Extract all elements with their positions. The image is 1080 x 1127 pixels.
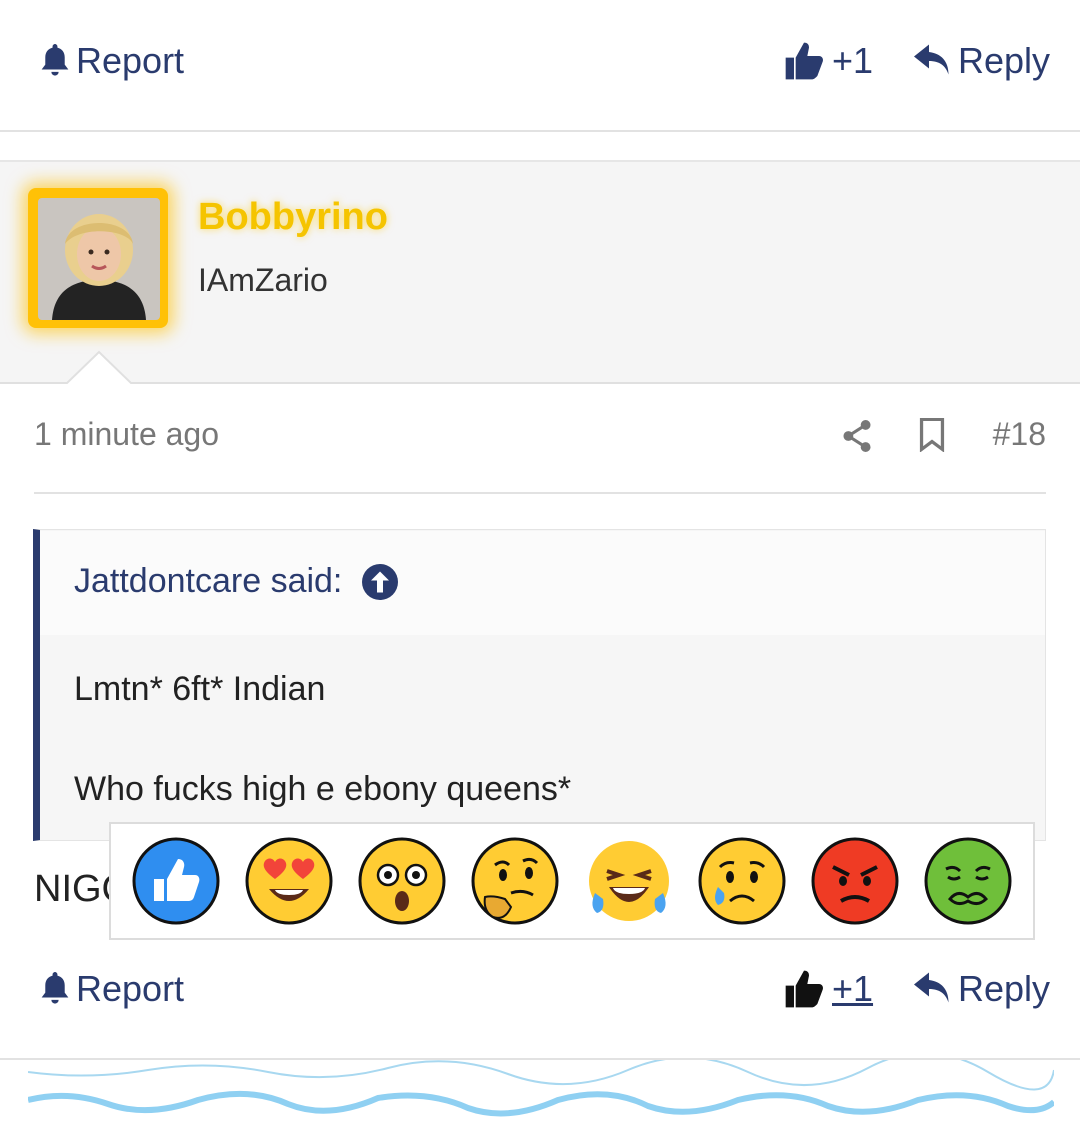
wow-reaction-icon[interactable] (358, 837, 446, 925)
reply-button[interactable]: Reply (914, 40, 1050, 82)
post-number[interactable]: #18 (993, 416, 1046, 453)
avatar[interactable] (38, 198, 160, 320)
like-reaction-icon[interactable] (132, 837, 220, 925)
username-link[interactable]: Bobbyrino (198, 196, 388, 239)
quote-author-label: Jattdontcare said: (74, 562, 343, 600)
angry-reaction-icon[interactable] (811, 837, 899, 925)
divider (34, 492, 1046, 494)
like-count: +1 (832, 968, 874, 1009)
report-link[interactable]: Report (40, 40, 184, 82)
bell-icon (41, 44, 69, 76)
thumbs-up-icon (785, 970, 823, 1008)
bell-icon (41, 972, 69, 1004)
reply-arrow-icon (914, 972, 949, 1003)
like-count: +1 (832, 40, 874, 81)
post-time[interactable]: 1 minute ago (34, 416, 219, 453)
sad-reaction-icon[interactable] (698, 837, 786, 925)
reaction-picker (109, 822, 1035, 940)
user-title: IAmZario (198, 262, 328, 298)
reply-arrow-icon (914, 44, 949, 75)
haha-reaction-icon[interactable] (585, 837, 673, 925)
quote-author-link[interactable]: Jattdontcare said: (74, 562, 399, 601)
reply-label: Reply (958, 40, 1051, 81)
like-button[interactable]: +1 (784, 40, 873, 82)
bookmark-icon[interactable] (918, 418, 946, 452)
share-icon[interactable] (842, 420, 872, 452)
love-reaction-icon[interactable] (245, 837, 333, 925)
report-label: Report (76, 40, 185, 81)
like-button[interactable]: +1 (784, 968, 873, 1010)
thumbs-up-icon (785, 42, 823, 80)
wave-decoration (28, 1060, 1054, 1117)
avatar-image (38, 198, 160, 320)
author-pointer (66, 350, 132, 384)
thinking-reaction-icon[interactable] (471, 837, 559, 925)
report-link[interactable]: Report (40, 968, 184, 1010)
report-label: Report (76, 968, 185, 1009)
quote-line: Who fucks high e ebony queens* (74, 770, 572, 808)
divider (0, 130, 1080, 132)
reply-label: Reply (958, 968, 1051, 1009)
reply-button[interactable]: Reply (914, 968, 1050, 1010)
quote-line: Lmtn* 6ft* Indian (74, 670, 326, 708)
sick-reaction-icon[interactable] (924, 837, 1012, 925)
arrow-up-circle-icon[interactable] (362, 563, 399, 600)
